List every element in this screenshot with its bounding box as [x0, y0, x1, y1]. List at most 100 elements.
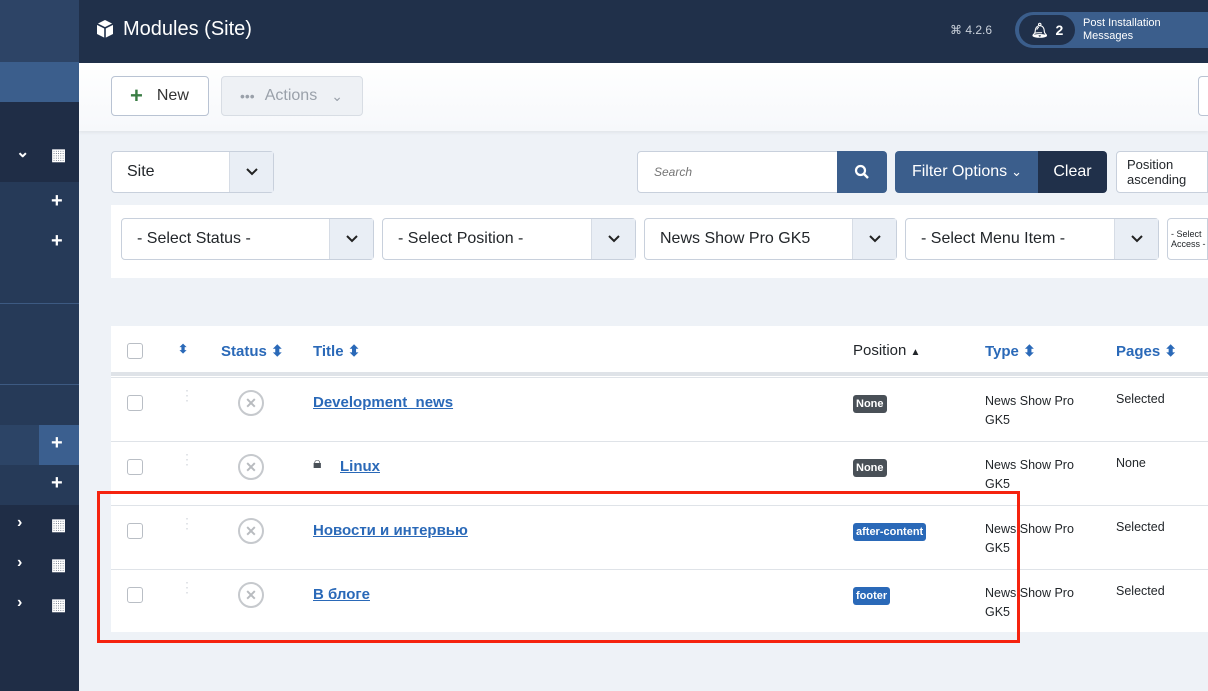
new-button[interactable]: + New	[111, 76, 209, 116]
page-title: Modules (Site)	[123, 18, 252, 40]
sort-position[interactable]: Position ▲	[853, 342, 920, 359]
module-type-filter-value: News Show Pro GK5	[660, 230, 811, 247]
menu-item-filter[interactable]: - Select Menu Item -	[905, 218, 1159, 260]
sidebar-item-content[interactable]: ⌄ ▦	[0, 130, 79, 182]
chevron-down-icon: ⌄	[331, 87, 343, 104]
row-checkbox[interactable]	[127, 459, 143, 475]
plus-icon: +	[130, 83, 143, 108]
module-type: News Show Pro GK5	[985, 394, 1074, 427]
table-row: ⋮ ✕ Development_news None News Show Pro …	[111, 377, 1208, 441]
module-pages: Selected	[1116, 584, 1165, 598]
drag-handle-icon[interactable]: ⋮	[180, 388, 194, 402]
new-label: New	[156, 87, 189, 104]
module-type: News Show Pro GK5	[985, 522, 1074, 555]
position-badge: None	[853, 459, 887, 477]
position-badge: after-content	[853, 523, 927, 541]
unpublished-status-icon[interactable]: ✕	[238, 582, 264, 608]
pages-header: Pages	[1116, 343, 1161, 360]
search-input[interactable]	[637, 151, 838, 193]
access-filter-value: - Select Access -	[1171, 229, 1206, 249]
module-pages: Selected	[1116, 392, 1165, 406]
chevron-right-icon[interactable]: ›	[17, 514, 22, 532]
chevron-down-icon	[852, 219, 896, 259]
add-icon[interactable]: +	[51, 230, 63, 253]
position-filter-value: - Select Position -	[398, 230, 524, 247]
type-header: Type	[985, 343, 1019, 360]
sidebar-active-item[interactable]	[0, 62, 79, 102]
filter-options-button[interactable]: Filter Options ⌄	[895, 151, 1039, 193]
sort-type[interactable]: Type ⬍	[985, 342, 1036, 360]
notification-count: 2	[1055, 22, 1064, 38]
search-icon	[854, 164, 869, 179]
actions-label: Actions	[264, 87, 318, 104]
module-title-link[interactable]: Development_news	[313, 394, 453, 411]
filter-options-label: Filter Options	[911, 163, 1008, 180]
header: Modules (Site) ⌘ 4.2.6 🔔︎ 2 Post Installa…	[79, 0, 1208, 63]
table-header: ⬍ Status ⬍ Title ⬍ Position ▲ Type ⬍ Pag…	[111, 326, 1208, 376]
table-row: ⋮ ✕ В блоге footer News Show Pro GK5 Sel…	[111, 569, 1208, 633]
sort-status[interactable]: Status ⬍	[221, 342, 284, 360]
access-filter[interactable]: - Select Access -	[1167, 218, 1208, 260]
post-installation-messages-button[interactable]: 🔔︎ 2 Post Installation Messages	[1015, 12, 1208, 48]
chevron-down-icon	[229, 152, 273, 192]
sidebar: ⌄ ▦ + + + + › ▦ › ▦ › ▦	[0, 0, 79, 691]
bell-icon: 🔔︎	[1030, 21, 1049, 38]
add-icon[interactable]: +	[51, 432, 63, 455]
toolbar: + New ••• Actions ⌄	[79, 63, 1208, 131]
chevron-right-icon[interactable]: ›	[17, 594, 22, 612]
module-title-link[interactable]: Новости и интервью	[313, 522, 468, 539]
dashboard-grid-icon[interactable]: ▦	[51, 515, 66, 535]
cube-icon	[96, 20, 114, 38]
add-icon[interactable]: +	[51, 472, 63, 495]
module-title-link[interactable]: Linux	[340, 458, 380, 475]
module-type-filter[interactable]: News Show Pro GK5	[644, 218, 897, 260]
dashboard-grid-icon[interactable]: ▦	[51, 595, 66, 615]
actions-button[interactable]: ••• Actions ⌄	[221, 76, 363, 116]
clear-button[interactable]: Clear	[1038, 151, 1107, 193]
module-type: News Show Pro GK5	[985, 458, 1074, 491]
chevron-right-icon[interactable]: ›	[17, 554, 22, 572]
sort-pages[interactable]: Pages ⬍	[1116, 342, 1177, 360]
module-pages: None	[1116, 456, 1146, 470]
position-filter[interactable]: - Select Position -	[382, 218, 636, 260]
chevron-down-icon: ⌄	[1011, 164, 1023, 179]
version-text: 4.2.6	[965, 23, 993, 37]
drag-handle-icon[interactable]: ⋮	[180, 516, 194, 530]
notification-label: Post Installation Messages	[1083, 17, 1161, 42]
row-checkbox[interactable]	[127, 587, 143, 603]
status-filter[interactable]: - Select Status -	[121, 218, 374, 260]
menu-item-filter-value: - Select Menu Item -	[921, 230, 1066, 247]
select-all-checkbox[interactable]	[127, 343, 143, 359]
row-checkbox[interactable]	[127, 523, 143, 539]
dashboard-grid-icon[interactable]: ▦	[51, 555, 66, 575]
module-pages: Selected	[1116, 520, 1165, 534]
row-checkbox[interactable]	[127, 395, 143, 411]
unpublished-status-icon[interactable]: ✕	[238, 454, 264, 480]
modules-table: ⬍ Status ⬍ Title ⬍ Position ▲ Type ⬍ Pag…	[111, 326, 1208, 632]
status-header: Status	[221, 343, 267, 360]
module-type: News Show Pro GK5	[985, 586, 1074, 619]
chevron-down-icon: ⌄	[16, 144, 30, 161]
position-header: Position	[853, 342, 907, 359]
client-value: Site	[127, 163, 155, 180]
client-select[interactable]: Site	[111, 151, 274, 193]
add-icon[interactable]: +	[51, 190, 63, 213]
drag-handle-icon[interactable]: ⋮	[180, 580, 194, 594]
ordering-select[interactable]: Position ascending	[1116, 151, 1208, 193]
ordering-value: Position ascending	[1127, 157, 1187, 187]
sort-asc-icon: ▲	[910, 347, 921, 358]
chevron-down-icon	[329, 219, 373, 259]
search-button[interactable]	[837, 151, 887, 193]
status-filter-value: - Select Status -	[137, 230, 251, 247]
position-badge: None	[853, 395, 887, 413]
drag-handle-icon[interactable]: ⋮	[180, 452, 194, 466]
lock-icon[interactable]: 🔒︎	[313, 455, 322, 473]
unpublished-status-icon[interactable]: ✕	[238, 390, 264, 416]
options-button[interactable]	[1198, 76, 1208, 116]
ordering-sort-icon[interactable]: ⬍	[178, 342, 188, 356]
position-badge: footer	[853, 587, 891, 605]
sort-title[interactable]: Title ⬍	[313, 342, 360, 360]
module-title-link[interactable]: В блоге	[313, 586, 370, 603]
dashboard-grid-icon: ▦	[51, 147, 67, 164]
unpublished-status-icon[interactable]: ✕	[238, 518, 264, 544]
